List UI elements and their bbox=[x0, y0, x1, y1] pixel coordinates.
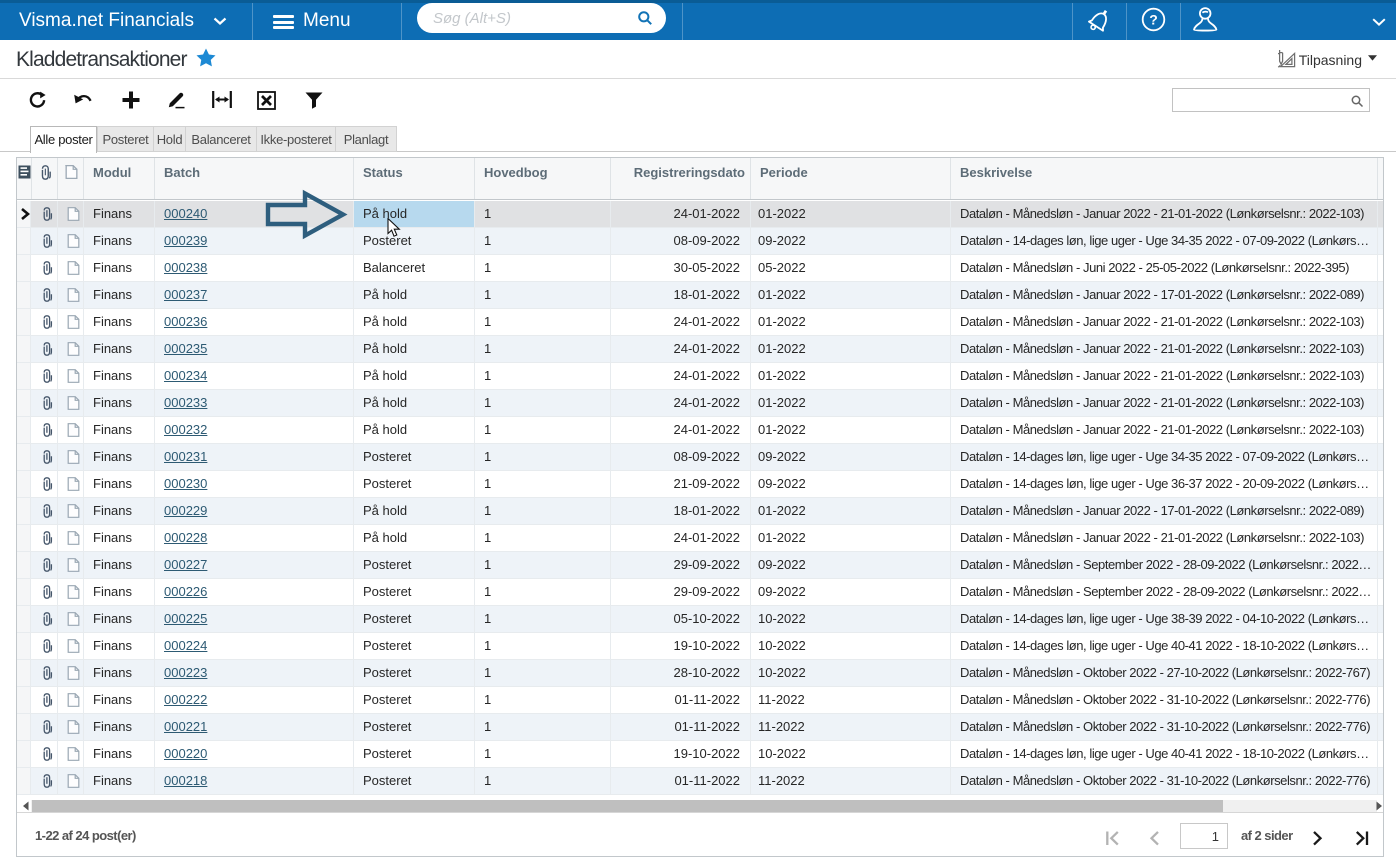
svg-text:?: ? bbox=[1149, 12, 1158, 28]
